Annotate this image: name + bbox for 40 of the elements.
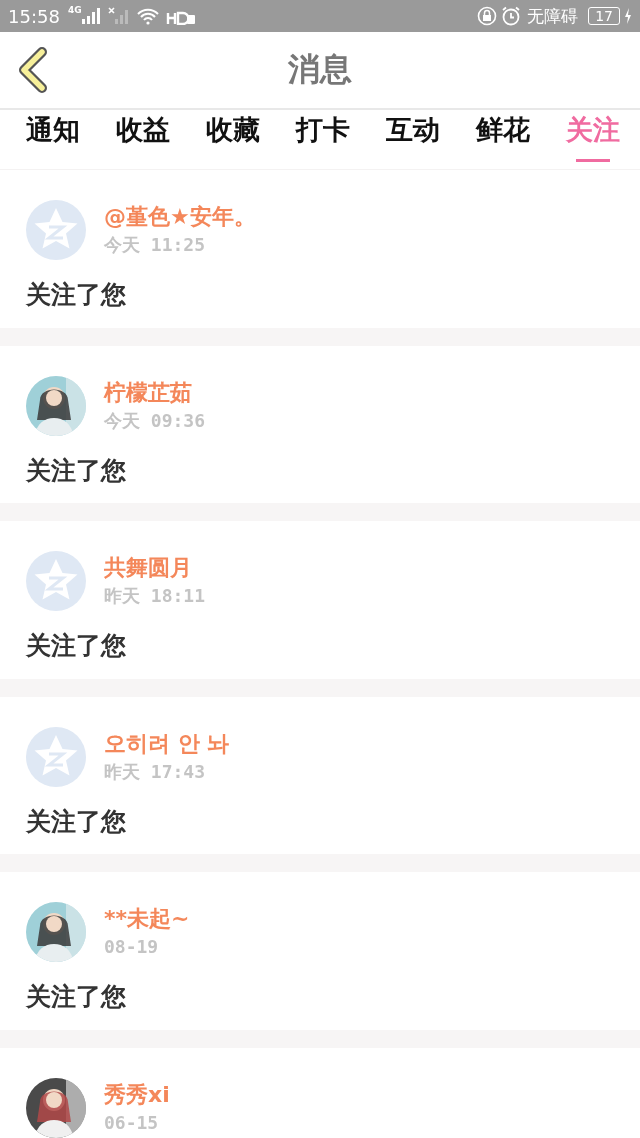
status-time: 15:58 [8, 5, 60, 27]
charging-icon [624, 8, 632, 24]
message-time: 昨天 17:43 [104, 759, 207, 784]
tab[interactable]: 通知 [26, 110, 80, 162]
user-name: 共舞圆月 [104, 554, 193, 582]
tab[interactable]: 收藏 [206, 110, 260, 162]
tab[interactable]: 互动 [386, 110, 440, 162]
lock-icon [477, 6, 498, 26]
message-text: 关注了您 [26, 630, 127, 662]
user-name: @堇色★安年。 [104, 203, 256, 231]
tab[interactable]: 鲜花 [476, 110, 530, 162]
user-name: 오히려 안 놔 [104, 729, 230, 758]
message-card[interactable]: **未起~ 08-19 关注了您 [0, 872, 640, 1030]
default-avatar-icon [26, 200, 86, 260]
battery-indicator: 17 [588, 7, 620, 25]
network-label: 4G [67, 5, 82, 15]
message-card[interactable]: 오히려 안 놔 昨天 17:43 关注了您 [0, 696, 640, 854]
message-text: 关注了您 [26, 279, 127, 311]
message-time: 昨天 18:11 [104, 584, 206, 608]
alarm-icon [501, 6, 522, 26]
message-card[interactable]: 共舞圆月 昨天 18:11 关注了您 [0, 521, 640, 679]
page-title: 消息 [288, 49, 352, 90]
message-time: 08-19 [104, 935, 160, 959]
message-time: 06-15 [104, 1110, 160, 1135]
message-text: 关注了您 [26, 981, 127, 1013]
user-name: 秀秀xi [104, 1080, 170, 1109]
message-time: 今天 09:36 [104, 408, 206, 433]
message-time: 今天 11:25 [104, 233, 207, 257]
accessibility-label: 无障碍 [527, 4, 579, 28]
tab[interactable]: 收益 [116, 110, 170, 162]
message-card[interactable]: @堇色★安年。 今天 11:25 关注了您 [0, 170, 640, 328]
back-icon[interactable] [16, 47, 50, 93]
default-avatar-icon [26, 551, 86, 611]
message-card[interactable]: 柠檬芷茹 今天 09:36 关注了您 [0, 345, 640, 503]
default-avatar-icon [26, 726, 86, 787]
message-text: 关注了您 [26, 805, 127, 838]
user-name: 柠檬芷茹 [104, 378, 193, 407]
message-text: 关注了您 [26, 454, 127, 487]
tab[interactable]: 打卡 [296, 110, 350, 162]
user-name: **未起~ [104, 905, 190, 933]
